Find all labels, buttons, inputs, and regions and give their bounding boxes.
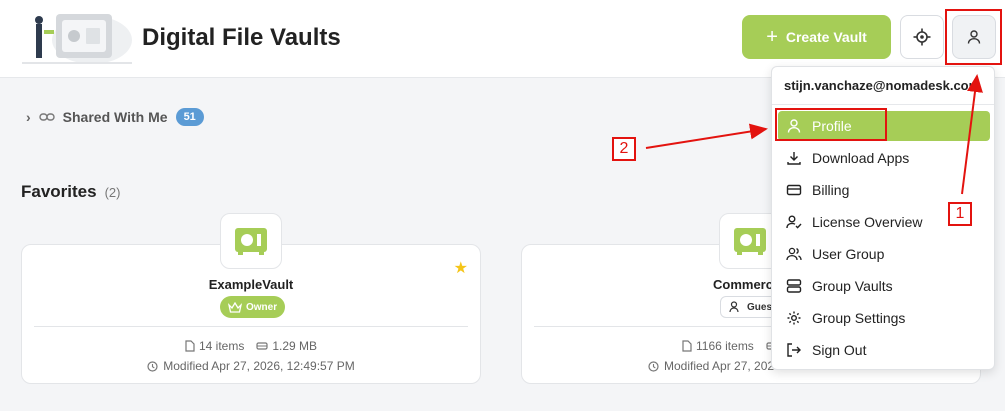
vault-illustration-icon [22, 14, 132, 64]
page-title: Digital File Vaults [142, 24, 341, 51]
menu-divider [772, 104, 994, 105]
chevron-right-icon: › [26, 109, 31, 125]
clock-icon [147, 360, 158, 372]
highlight-profile-item [775, 108, 887, 141]
menu-item-group-settings[interactable]: Group Settings [778, 303, 990, 333]
menu-item-group-vaults[interactable]: Group Vaults [778, 271, 990, 301]
file-icon [185, 340, 195, 352]
modified-date: Modified Apr 27, 202 [664, 359, 775, 373]
items-stat: 14 items [185, 339, 244, 353]
favorites-heading: Favorites (2) [21, 182, 120, 202]
link-icon [38, 113, 55, 121]
menu-item-label: Sign Out [812, 342, 867, 358]
shared-count-badge: 51 [175, 108, 204, 126]
locate-button[interactable] [900, 15, 944, 59]
user-check-icon [729, 301, 739, 313]
safe-icon [734, 228, 766, 255]
menu-item-label: Billing [812, 182, 850, 198]
arrow-to-profile-item [645, 123, 768, 149]
user-check-icon [786, 215, 802, 229]
favorites-count: (2) [104, 185, 121, 200]
highlight-user-button [945, 9, 1002, 65]
modified-row: Modified Apr 27, 2026, 12:49:57 PM [22, 359, 480, 373]
items-count: 1166 items [696, 339, 754, 353]
modified-date: Modified Apr 27, 2026, 12:49:57 PM [163, 359, 355, 373]
download-icon [787, 152, 801, 165]
menu-item-sign-out[interactable]: Sign Out [778, 335, 990, 365]
user-email: stijn.vanchaze@nomadesk.com [784, 78, 981, 93]
safe-icon [235, 228, 267, 255]
create-vault-label: Create Vault [785, 29, 867, 45]
items-count: 14 items [198, 339, 245, 353]
annotation-label-2: 2 [612, 137, 636, 161]
shared-with-me-row[interactable]: › Shared With Me 51 [26, 108, 204, 126]
annotation-label-1: 1 [948, 202, 972, 226]
create-vault-button[interactable]: + Create Vault [742, 15, 891, 59]
sign-out-icon [787, 343, 801, 357]
menu-item-label: Group Vaults [812, 278, 893, 294]
crown-icon [228, 301, 242, 313]
gear-icon [787, 311, 801, 325]
size-stat: 1.29 MB [256, 339, 317, 353]
menu-item-label: User Group [812, 246, 885, 262]
menu-item-user-group[interactable]: User Group [778, 239, 990, 269]
clock-icon [648, 360, 659, 372]
favorites-title: Favorites [21, 182, 97, 201]
vault-name: ExampleVault [208, 277, 294, 292]
file-icon [682, 340, 692, 352]
menu-item-label: Group Settings [812, 310, 906, 326]
shared-with-me-label: Shared With Me [62, 109, 168, 125]
credit-card-icon [786, 184, 802, 196]
users-icon [786, 247, 802, 261]
menu-item-label: Download Apps [812, 150, 910, 166]
card-divider [34, 326, 468, 327]
star-icon[interactable]: ★ [454, 258, 468, 278]
plus-icon: + [766, 26, 778, 48]
role-label: Owner [246, 301, 278, 313]
menu-item-billing[interactable]: Billing [778, 175, 990, 205]
menu-item-label: License Overview [812, 214, 923, 230]
items-stat: 1166 items [682, 339, 754, 353]
hard-drive-icon [256, 342, 268, 350]
menu-item-download-apps[interactable]: Download Apps [778, 143, 990, 173]
server-icon [786, 279, 802, 293]
card-stats: 14 items 1.29 MB [22, 339, 480, 353]
vault-icon-tile [220, 213, 282, 269]
storage-size: 1.29 MB [272, 339, 318, 353]
crosshair-icon [913, 28, 931, 46]
owner-badge: Owner [220, 296, 286, 318]
